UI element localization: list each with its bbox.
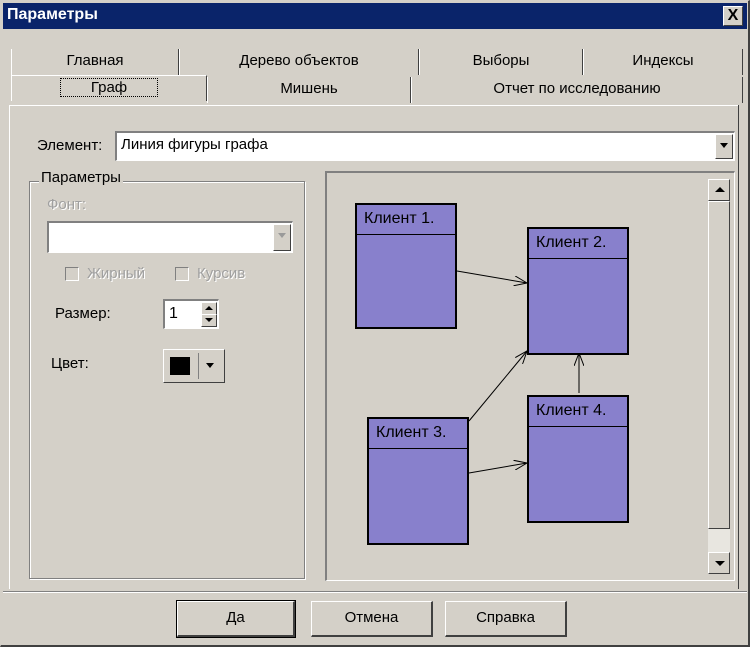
chevron-down-icon (206, 363, 214, 368)
bold-label: Жирный (87, 265, 146, 282)
tab-label: Мишень (280, 80, 338, 97)
font-select[interactable] (47, 221, 293, 253)
spin-down-icon[interactable] (201, 314, 217, 327)
scroll-up-icon[interactable] (708, 179, 730, 201)
footer-divider (3, 591, 747, 593)
scroll-thumb[interactable] (708, 201, 730, 529)
ok-button[interactable]: Да (176, 600, 296, 638)
element-select[interactable]: Линия фигуры графа (115, 131, 735, 161)
help-button[interactable]: Справка (445, 601, 567, 637)
graph-node[interactable]: Клиент 1. (355, 203, 457, 329)
graph-node[interactable]: Клиент 4. (527, 395, 629, 523)
color-picker-button[interactable] (163, 349, 225, 383)
italic-label: Курсив (197, 265, 246, 282)
font-label: Фонт: (47, 196, 87, 213)
color-label: Цвет: (51, 355, 89, 372)
size-value: 1 (169, 305, 178, 322)
italic-checkbox[interactable] (175, 267, 189, 281)
tab-indexes[interactable]: Индексы (583, 49, 743, 75)
tab-main[interactable]: Главная (11, 49, 179, 75)
graph-node-label: Клиент 3. (369, 419, 467, 449)
chevron-down-icon[interactable] (273, 224, 291, 251)
tab-selections[interactable]: Выборы (419, 49, 583, 75)
tab-label: Дерево объектов (239, 52, 359, 69)
color-swatch (170, 357, 190, 375)
graph-node-label: Клиент 1. (357, 205, 455, 235)
window-title: Параметры (7, 6, 98, 23)
cancel-button[interactable]: Отмена (311, 601, 433, 637)
tab-label: Главная (66, 52, 124, 69)
tab-label: Индексы (632, 52, 694, 69)
color-picker-divider (198, 353, 199, 379)
graph-node[interactable]: Клиент 2. (527, 227, 629, 355)
chevron-down-icon[interactable] (715, 134, 733, 159)
params-group-title: Параметры (39, 169, 123, 186)
title-bar: Параметры X (3, 3, 747, 29)
tab-research-report[interactable]: Отчет по исследованию (411, 77, 743, 103)
tab-label: Выборы (472, 52, 530, 69)
close-icon: X (727, 7, 739, 24)
parameters-dialog: Параметры X Главная Дерево объектов Выбо… (0, 0, 750, 647)
scroll-down-icon[interactable] (708, 552, 730, 574)
graph-edge (456, 270, 527, 283)
bold-checkbox[interactable] (65, 267, 79, 281)
size-label: Размер: (55, 305, 111, 322)
vertical-scrollbar[interactable] (708, 179, 730, 574)
graph-canvas[interactable]: Клиент 1. Клиент 2. Клиент 3. Клиент 4. (325, 171, 735, 581)
element-select-value: Линия фигуры графа (121, 136, 268, 153)
graph-node[interactable]: Клиент 3. (367, 417, 469, 545)
tab-object-tree[interactable]: Дерево объектов (179, 49, 419, 75)
graph-node-label: Клиент 4. (529, 397, 627, 427)
element-label: Элемент: (37, 137, 103, 154)
graph-node-label: Клиент 2. (529, 229, 627, 259)
tab-target[interactable]: Мишень (207, 77, 411, 103)
close-button[interactable]: X (723, 6, 743, 26)
tab-graph[interactable]: Граф (11, 75, 207, 101)
size-stepper[interactable]: 1 (163, 299, 219, 329)
tab-label: Граф (59, 78, 159, 97)
graph-edge (468, 351, 527, 422)
graph-edge (468, 463, 527, 474)
tab-label: Отчет по исследованию (493, 80, 661, 97)
